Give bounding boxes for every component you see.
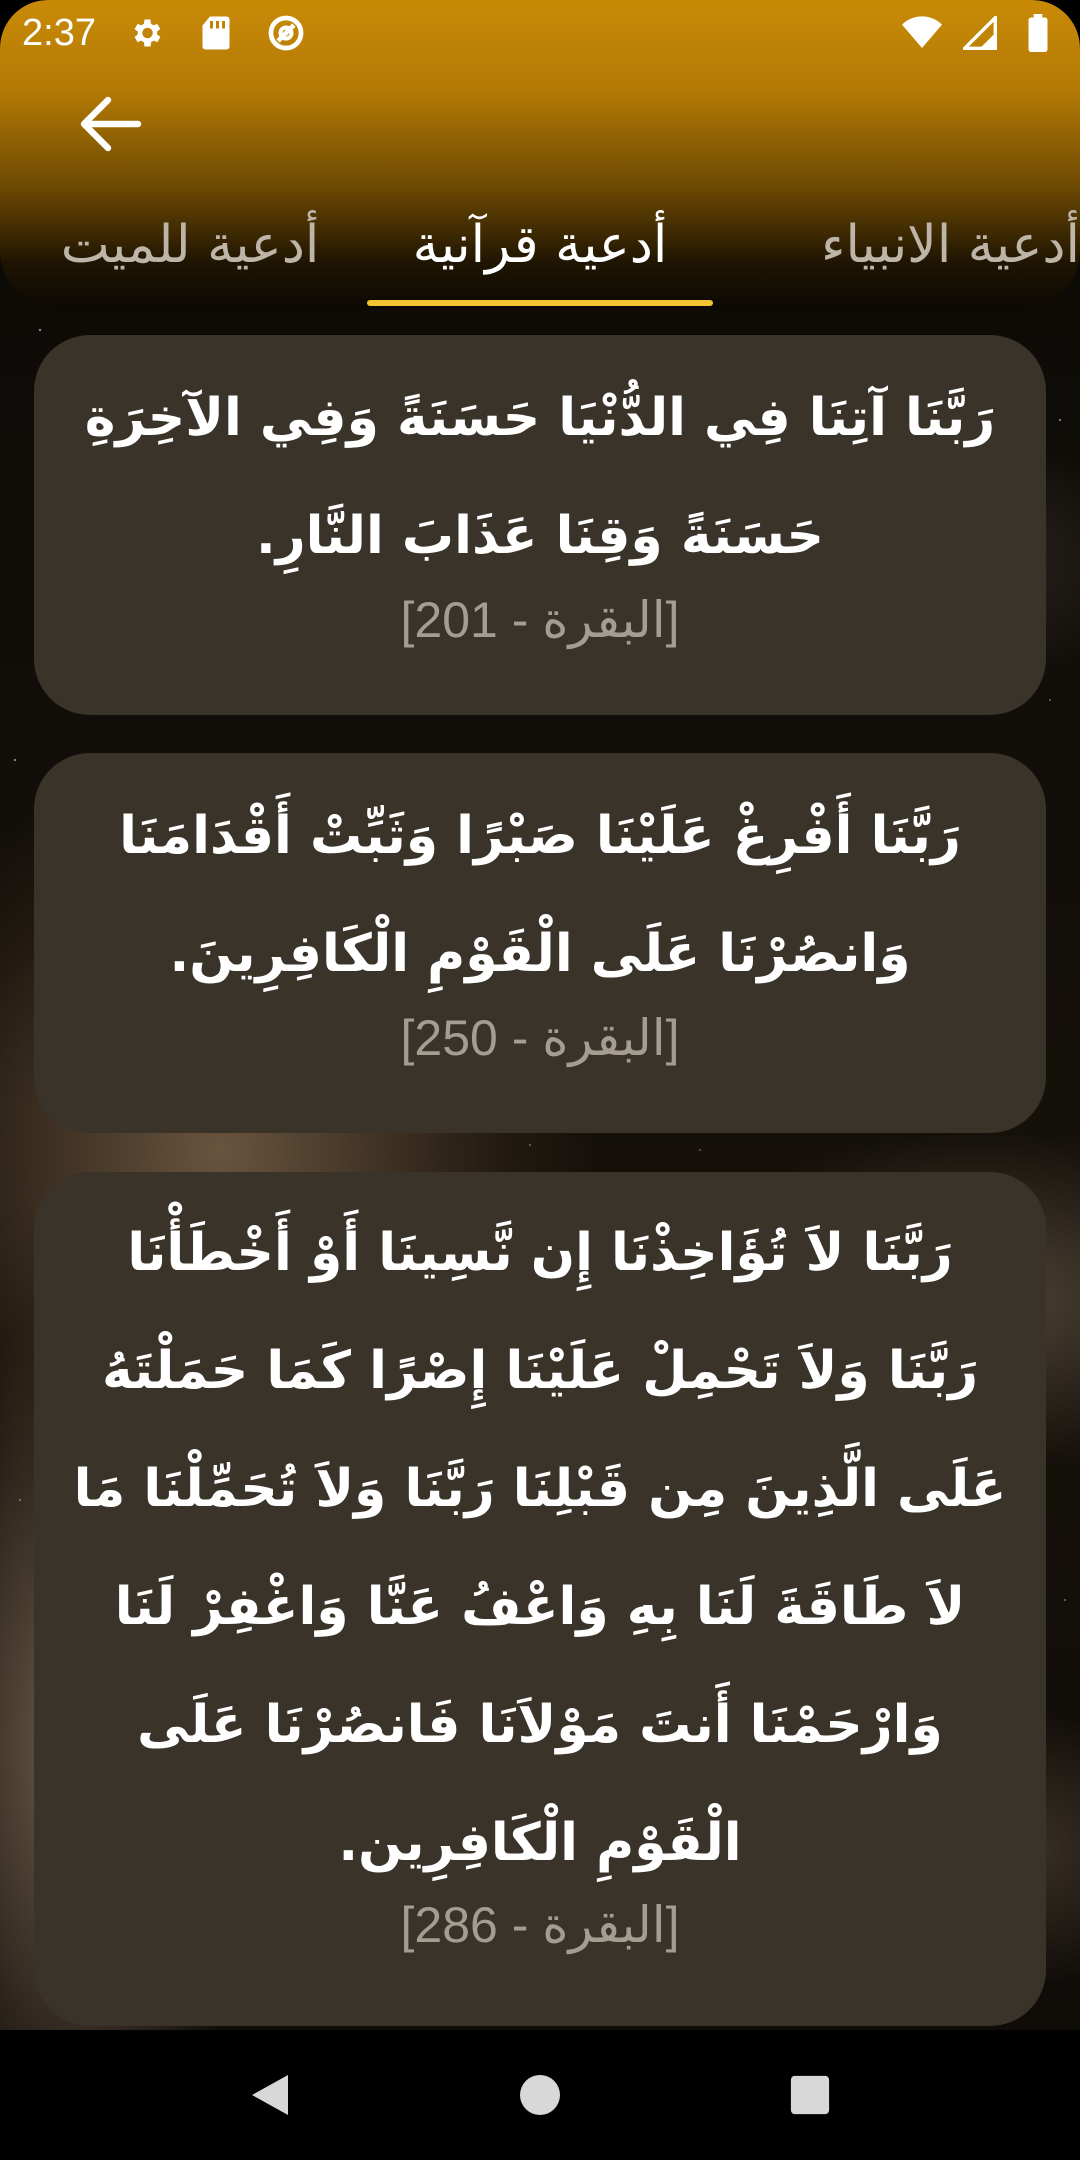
dua-line: لاَ طَاقَةَ لَنَا بِهِ وَاعْفُ عَنَّا وَ… — [114, 1577, 966, 1637]
dua-line: وَانصُرْنَا عَلَى الْقَوْمِ الْكَافِرِين… — [169, 924, 911, 984]
status-left: 2:37 — [22, 12, 306, 55]
dua-line: رَبَّنَا آتِنَا فِي الدُّنْيَا حَسَنَةً … — [84, 388, 996, 448]
home-circle-icon — [520, 2075, 560, 2115]
arrow-left-icon — [80, 96, 142, 152]
back-button[interactable] — [70, 84, 150, 164]
dua-text: رَبَّنَا لاَ تُؤَاخِذْنَا إِن نَّسِينَا … — [70, 1194, 1010, 1902]
dua-line: الْقَوْمِ الْكَافِرِين. — [338, 1813, 742, 1873]
dua-reference: [البقرة - 286] — [400, 1897, 680, 1953]
recents-square-icon — [790, 2075, 830, 2115]
dua-line: رَبَّنَا لاَ تُؤَاخِذْنَا إِن نَّسِينَا … — [127, 1223, 953, 1283]
dua-line: رَبَّنَا وَلاَ تَحْمِلْ عَلَيْنَا إِصْرً… — [101, 1341, 979, 1401]
dua-reference: [البقرة - 250] — [400, 1010, 680, 1066]
tab-quranic-prayers[interactable]: أدعية قرآنية — [367, 190, 713, 300]
system-nav-bar — [0, 2030, 1080, 2160]
back-triangle-icon — [252, 2075, 288, 2115]
nav-recents-button[interactable] — [780, 2065, 840, 2125]
signal-icon — [960, 13, 1000, 53]
nav-back-button[interactable] — [240, 2065, 300, 2125]
at-sign-icon — [266, 13, 306, 53]
status-time: 2:37 — [22, 11, 96, 54]
dua-card[interactable]: رَبَّنَا لاَ تُؤَاخِذْنَا إِن نَّسِينَا … — [34, 1172, 1046, 2026]
battery-icon — [1018, 13, 1058, 53]
dua-text: رَبَّنَا آتِنَا فِي الدُّنْيَا حَسَنَةً … — [70, 359, 1010, 595]
dua-line: حَسَنَةً وَقِنَا عَذَابَ النَّارِ. — [255, 506, 824, 566]
app-screen: 2:37 أدعية للميت أدعية قرآنية أدعية الان… — [0, 0, 1080, 2160]
tab-prayers-for-deceased[interactable]: أدعية للميت — [40, 190, 340, 300]
tab-indicator — [367, 300, 713, 306]
dua-card[interactable]: رَبَّنَا أَفْرِغْ عَلَيْنَا صَبْرًا وَثَ… — [34, 753, 1046, 1133]
dua-line: وَارْحَمْنَا أَنتَ مَوْلاَنَا فَانصُرْنَ… — [137, 1695, 943, 1755]
status-bar: 2:37 — [0, 0, 1080, 66]
tab-bar: أدعية للميت أدعية قرآنية أدعية الانبياء — [0, 190, 1080, 306]
nav-home-button[interactable] — [510, 2065, 570, 2125]
dua-reference: [البقرة - 201] — [400, 592, 680, 648]
dua-text: رَبَّنَا أَفْرِغْ عَلَيْنَا صَبْرًا وَثَ… — [70, 777, 1010, 1013]
wifi-icon — [902, 13, 942, 53]
dua-card[interactable]: رَبَّنَا آتِنَا فِي الدُّنْيَا حَسَنَةً … — [34, 335, 1046, 715]
dua-line: عَلَى الَّذِينَ مِن قَبْلِنَا رَبَّنَا و… — [73, 1459, 1007, 1519]
gear-icon — [126, 13, 166, 53]
status-right — [902, 13, 1058, 53]
tab-prophets-prayers[interactable]: أدعية الانبياء — [755, 190, 1080, 300]
sd-card-icon — [196, 13, 236, 53]
dua-line: رَبَّنَا أَفْرِغْ عَلَيْنَا صَبْرًا وَثَ… — [119, 806, 961, 866]
